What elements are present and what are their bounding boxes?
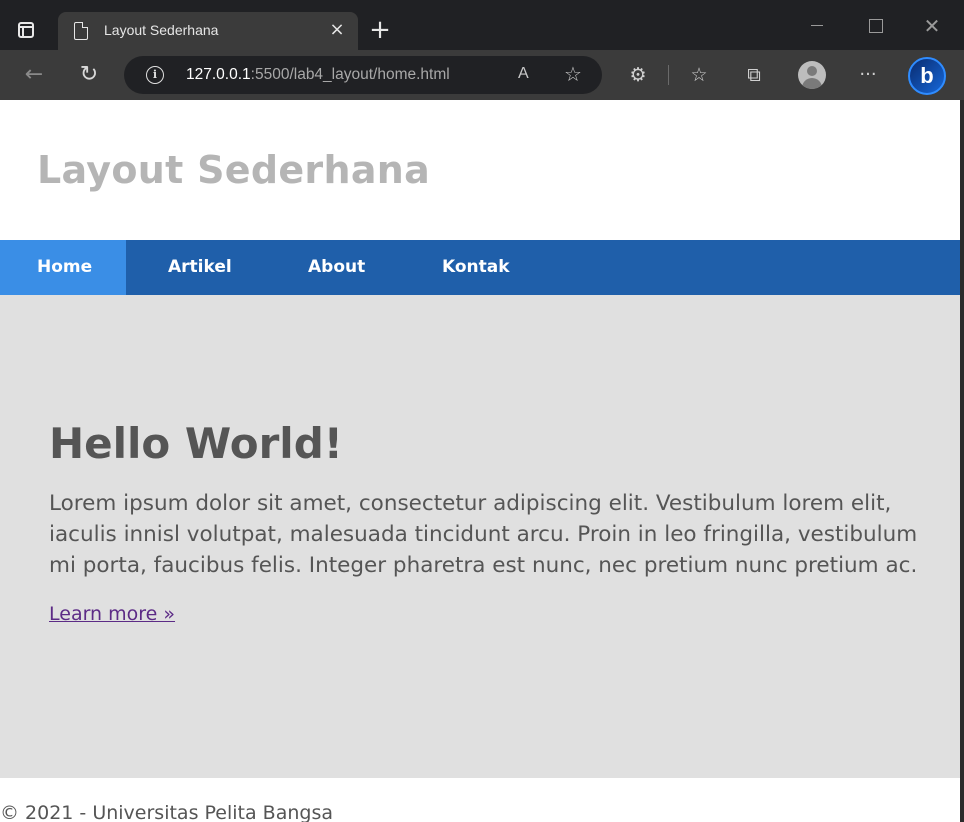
footer-copyright: © 2021 - Universitas Pelita Bangsa <box>0 802 333 822</box>
reload-icon[interactable]: ↻ <box>76 62 102 88</box>
site-footer: © 2021 - Universitas Pelita Bangsa <box>0 778 960 822</box>
hero-section: Hello World! Lorem ipsum dolor sit amet,… <box>0 295 960 778</box>
learn-more-link[interactable]: Learn more » <box>49 603 175 625</box>
nav-item-artikel[interactable]: Artikel <box>168 240 232 295</box>
favorites-icon[interactable]: ☆ <box>686 62 712 88</box>
url-host: 127.0.0.1 <box>186 66 251 83</box>
address-bar[interactable]: i 127.0.0.1:5500/lab4_layout/home.html A… <box>124 56 602 94</box>
browser-tab-strip: Layout Sederhana × + ✕ <box>0 0 964 50</box>
tab-title: Layout Sederhana <box>104 22 219 38</box>
minimize-window-icon[interactable] <box>803 14 831 38</box>
web-page: Layout Sederhana Home Artikel About Kont… <box>0 100 960 822</box>
nav-item-about[interactable]: About <box>308 240 365 295</box>
main-nav: Home Artikel About Kontak <box>0 240 960 295</box>
extensions-icon[interactable]: ⚙ <box>625 62 651 88</box>
back-arrow-icon[interactable]: ← <box>21 62 47 88</box>
tab-actions-icon[interactable] <box>16 20 38 42</box>
nav-item-home[interactable]: Home <box>0 240 126 295</box>
close-window-icon[interactable]: ✕ <box>918 14 946 38</box>
info-icon[interactable]: i <box>146 66 164 84</box>
collections-icon[interactable]: ⧉ <box>741 62 767 88</box>
url-text[interactable]: 127.0.0.1:5500/lab4_layout/home.html <box>186 66 450 84</box>
nav-item-kontak[interactable]: Kontak <box>442 240 510 295</box>
bing-copilot-icon[interactable]: b <box>908 57 946 95</box>
url-path: :5500/lab4_layout/home.html <box>250 66 450 83</box>
maximize-window-icon[interactable] <box>861 14 889 38</box>
hero-paragraph: Lorem ipsum dolor sit amet, consectetur … <box>49 491 918 578</box>
page-icon <box>74 22 88 40</box>
browser-tab-active[interactable]: Layout Sederhana × <box>58 12 358 50</box>
more-menu-icon[interactable]: ··· <box>855 62 881 88</box>
site-header: Layout Sederhana <box>0 100 960 240</box>
toolbar-divider <box>668 65 669 85</box>
new-tab-icon[interactable]: + <box>368 17 392 43</box>
hero-heading: Hello World! <box>49 419 343 468</box>
add-favorite-icon[interactable]: ☆ <box>564 63 586 85</box>
tab-close-icon[interactable]: × <box>328 21 346 39</box>
window-edge <box>960 100 964 822</box>
read-aloud-icon[interactable]: A <box>518 65 540 85</box>
profile-avatar-icon[interactable] <box>798 61 826 89</box>
site-title: Layout Sederhana <box>37 148 431 192</box>
